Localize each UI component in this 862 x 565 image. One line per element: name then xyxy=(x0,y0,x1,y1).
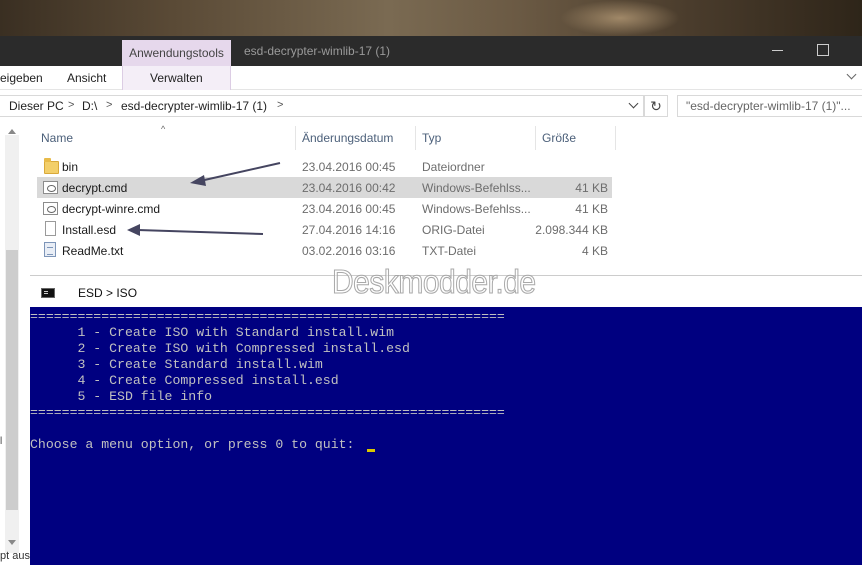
console-window[interactable]: ESD > ISO ==============================… xyxy=(30,275,862,565)
column-divider[interactable] xyxy=(615,126,616,150)
navigation-scrollbar-thumb[interactable] xyxy=(6,250,18,510)
file-name[interactable]: decrypt-winre.cmd xyxy=(62,202,160,216)
file-type: ORIG-Datei xyxy=(422,223,485,237)
file-type: Dateiordner xyxy=(422,160,485,174)
file-icon xyxy=(45,221,56,236)
navigation-cut-text: pt aus xyxy=(0,550,30,562)
file-name[interactable]: decrypt.cmd xyxy=(62,181,127,195)
console-separator: ========================================… xyxy=(30,405,505,420)
search-input[interactable]: "esd-decrypter-wimlib-17 (1)"... xyxy=(677,95,862,117)
file-name[interactable]: Install.esd xyxy=(62,223,116,237)
text-file-icon xyxy=(44,242,56,257)
maximize-icon[interactable] xyxy=(816,42,832,58)
cmd-file-icon xyxy=(43,181,58,194)
sort-ascending-icon: ^ xyxy=(161,124,166,134)
file-size: 2.098.344 KB xyxy=(535,223,608,237)
file-name[interactable]: ReadMe.txt xyxy=(62,244,123,258)
breadcrumb-separator[interactable]: > xyxy=(106,99,112,111)
console-prompt: Choose a menu option, or press 0 to quit… xyxy=(30,437,363,452)
column-header-type[interactable]: Typ xyxy=(422,131,441,145)
column-header-name[interactable]: Name xyxy=(41,131,73,145)
file-type: TXT-Datei xyxy=(422,244,477,258)
console-menu-option-4: 4 - Create Compressed install.esd xyxy=(30,373,339,388)
column-divider[interactable] xyxy=(295,126,296,150)
file-type: Windows-Befehlss... xyxy=(422,181,531,195)
watermark-logo: Deskmodder.de xyxy=(332,264,537,301)
breadcrumb-drive-d[interactable]: D:\ xyxy=(82,99,97,113)
tab-ansicht[interactable]: Ansicht xyxy=(67,71,106,85)
console-app-icon[interactable] xyxy=(41,288,55,298)
tab-freigeben[interactable]: eigeben xyxy=(0,71,43,85)
console-separator: ========================================… xyxy=(30,309,505,324)
navigation-cut-text: l xyxy=(0,436,3,447)
window-title: esd-decrypter-wimlib-17 (1) xyxy=(244,44,391,58)
cmd-file-icon xyxy=(43,202,58,215)
minimize-icon[interactable] xyxy=(770,42,786,58)
column-header-size[interactable]: Größe xyxy=(542,131,576,145)
console-menu-option-5: 5 - ESD file info xyxy=(30,389,213,404)
console-title: ESD > ISO xyxy=(78,286,138,300)
annotation-arrow-install xyxy=(127,224,264,236)
file-size: 4 KB xyxy=(581,244,608,258)
context-tab-anwendungstools[interactable]: Anwendungstools xyxy=(122,40,231,66)
file-name[interactable]: bin xyxy=(62,160,78,174)
breadcrumb-separator[interactable]: > xyxy=(277,99,283,111)
column-divider[interactable] xyxy=(415,126,416,150)
breadcrumb-current-folder[interactable]: esd-decrypter-wimlib-17 (1) xyxy=(121,99,267,113)
file-date: 23.04.2016 00:45 xyxy=(302,202,396,216)
console-cursor xyxy=(367,449,375,452)
console-menu-option-2: 2 - Create ISO with Compressed install.e… xyxy=(30,341,410,356)
folder-icon xyxy=(44,158,59,174)
console-menu-option-1: 1 - Create ISO with Standard install.wim xyxy=(30,325,395,340)
file-type: Windows-Befehlss... xyxy=(422,202,531,216)
ribbon-expand-icon[interactable] xyxy=(846,70,858,82)
tab-verwalten[interactable]: Verwalten xyxy=(150,71,203,85)
column-divider[interactable] xyxy=(535,126,536,150)
console-output[interactable]: ========================================… xyxy=(30,307,862,565)
scroll-down-icon[interactable] xyxy=(8,540,16,545)
file-size: 41 KB xyxy=(575,181,608,195)
file-size: 41 KB xyxy=(575,202,608,216)
breadcrumb-dieser-pc[interactable]: Dieser PC xyxy=(9,99,64,113)
file-date: 23.04.2016 00:45 xyxy=(302,160,396,174)
file-date: 23.04.2016 00:42 xyxy=(302,181,396,195)
desktop-wallpaper xyxy=(0,0,862,36)
address-history-chevron-down-icon[interactable] xyxy=(628,100,640,112)
column-header-date[interactable]: Änderungsdatum xyxy=(302,131,393,145)
console-menu-option-3: 3 - Create Standard install.wim xyxy=(30,357,323,372)
refresh-icon[interactable]: ↻ xyxy=(644,95,668,117)
scroll-up-icon[interactable] xyxy=(8,129,16,134)
breadcrumb-separator[interactable]: > xyxy=(68,99,74,111)
file-date: 27.04.2016 14:16 xyxy=(302,223,396,237)
file-date: 03.02.2016 03:16 xyxy=(302,244,396,258)
